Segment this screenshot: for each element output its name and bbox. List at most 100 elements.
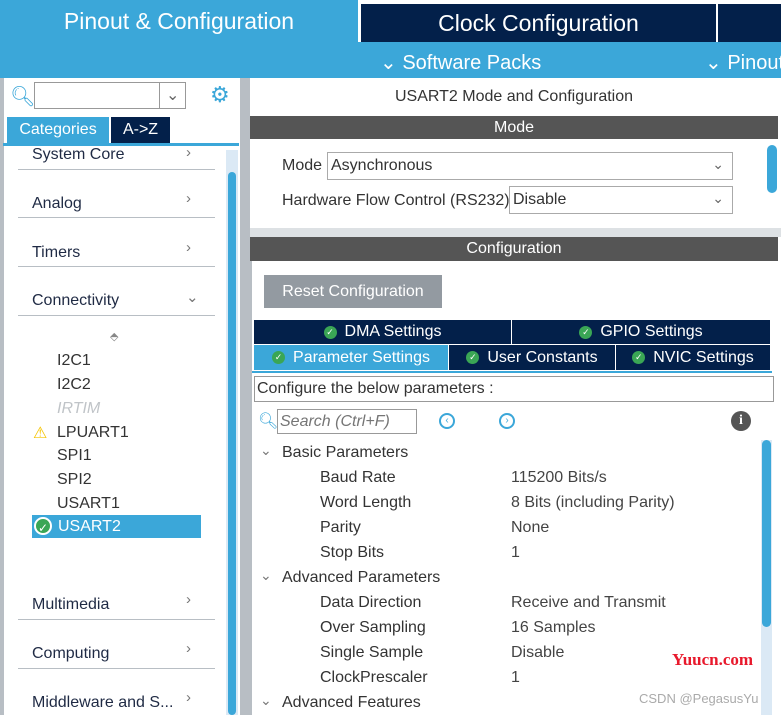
parameter-group[interactable]: Advanced Parameters [282, 569, 440, 587]
chevron-down-icon: ⌄ [186, 289, 199, 306]
watermark-csdn: CSDN @PegasusYu [639, 691, 759, 706]
category-timers[interactable]: Timers [32, 244, 80, 262]
hwflow-value: Disable [513, 191, 567, 208]
parameter-value[interactable]: 115200 Bits/s [511, 469, 607, 487]
reset-configuration-button[interactable]: Reset Configuration [264, 275, 442, 308]
tab-a-z[interactable]: A->Z [111, 117, 170, 143]
chevron-down-icon: ⌄ [705, 52, 728, 74]
sort-icon[interactable]: ⬘ [110, 330, 118, 343]
parameter-value[interactable]: 1 [511, 669, 520, 687]
hwflow-label: Hardware Flow Control (RS232) [282, 192, 510, 209]
check-icon: ✓ [579, 325, 593, 339]
parameter-search-input[interactable] [277, 409, 417, 434]
chevron-down-icon: ⌄ [712, 156, 724, 172]
mode-select[interactable]: Asynchronous ⌄ [327, 152, 733, 180]
parameter-value[interactable]: 16 Samples [511, 619, 596, 637]
chevron-down-icon: ⌄ [380, 52, 403, 74]
parameter-name[interactable]: Over Sampling [320, 619, 426, 637]
pinout-label: Pinout [727, 52, 781, 74]
chevron-right-icon: › [186, 190, 191, 207]
chevron-right-icon: › [186, 689, 191, 706]
splitter[interactable] [240, 78, 250, 715]
tab-pinout-configuration[interactable]: Pinout & Configuration [0, 0, 358, 42]
tab-categories[interactable]: Categories [7, 117, 109, 143]
parameter-name[interactable]: Single Sample [320, 644, 423, 662]
tab-parameter-settings[interactable]: ✓ Parameter Settings [254, 345, 449, 370]
chevron-down-icon[interactable]: ⌄ [166, 85, 179, 105]
software-packs-label: Software Packs [402, 52, 542, 74]
tab-label: GPIO Settings [600, 323, 703, 340]
parameter-name[interactable]: Stop Bits [320, 544, 384, 562]
info-icon[interactable]: i [731, 411, 751, 431]
previous-icon[interactable]: ‹ [439, 413, 455, 429]
scroll-thumb[interactable] [228, 172, 236, 715]
check-icon: ✓ [466, 351, 480, 364]
configuration-header: Configuration [250, 237, 778, 261]
peripheral-usart2[interactable]: ✓ USART2 [32, 515, 201, 538]
parameter-name[interactable]: Parity [320, 519, 361, 537]
tab-gpio-settings[interactable]: ✓ GPIO Settings [512, 320, 771, 344]
peripheral-spi1[interactable]: SPI1 [57, 447, 92, 465]
panel-title: USART2 Mode and Configuration [394, 88, 634, 105]
configure-description: Configure the below parameters : [254, 376, 774, 402]
peripheral-irtim[interactable]: IRTIM [57, 400, 100, 418]
parameter-group[interactable]: Basic Parameters [282, 444, 408, 462]
next-icon[interactable]: › [499, 413, 515, 429]
parameter-name[interactable]: Data Direction [320, 594, 421, 612]
category-middleware[interactable]: Middleware and S... [32, 694, 173, 712]
mode-scrollbar[interactable] [767, 145, 777, 193]
hwflow-select[interactable]: Disable ⌄ [509, 186, 733, 214]
tab-nvic-settings[interactable]: ✓ NVIC Settings [616, 345, 771, 370]
parameter-value[interactable]: 1 [511, 544, 520, 562]
scroll-thumb[interactable] [762, 440, 771, 627]
software-packs-menu[interactable]: ⌄ Software Packs [380, 50, 541, 75]
search-input[interactable]: ⌄ [34, 82, 186, 109]
left-scrollbar[interactable] [226, 150, 238, 715]
parameter-group[interactable]: Advanced Features [282, 694, 421, 712]
search-icon: 🔍︎ [10, 86, 36, 108]
warning-icon: ⚠ [33, 425, 48, 442]
parameter-value[interactable]: Receive and Transmit [511, 594, 666, 612]
tab-user-constants[interactable]: ✓ User Constants [449, 345, 616, 370]
category-computing[interactable]: Computing [32, 645, 109, 663]
check-icon: ✓ [34, 517, 52, 535]
peripheral-i2c2[interactable]: I2C2 [57, 376, 91, 394]
check-icon: ✓ [272, 351, 286, 364]
chevron-down-icon[interactable]: ⌄ [260, 567, 272, 584]
category-analog[interactable]: Analog [32, 195, 82, 213]
tab-label: Parameter Settings [293, 348, 430, 366]
gear-icon[interactable]: ⚙ [210, 82, 230, 108]
parameter-value[interactable]: None [511, 519, 549, 537]
parameter-scrollbar[interactable] [761, 440, 772, 715]
chevron-right-icon: › [186, 591, 191, 608]
peripheral-lpuart1[interactable]: LPUART1 [57, 424, 129, 442]
divider[interactable] [250, 228, 781, 237]
left-border [0, 78, 4, 715]
tab-clock-configuration[interactable]: Clock Configuration [361, 4, 716, 42]
mode-value: Asynchronous [331, 157, 433, 174]
parameter-name[interactable]: Baud Rate [320, 469, 396, 487]
watermark-yuucn: Yuucn.com [672, 650, 754, 669]
peripheral-usart1[interactable]: USART1 [57, 495, 120, 513]
parameter-name[interactable]: ClockPrescaler [320, 669, 428, 687]
category-system-core[interactable]: System Core [32, 146, 124, 164]
category-multimedia[interactable]: Multimedia [32, 596, 109, 614]
pinout-menu[interactable]: ⌄ Pinout [705, 50, 781, 75]
check-icon: ✓ [323, 325, 337, 339]
peripheral-i2c1[interactable]: I2C1 [57, 352, 91, 370]
parameter-name[interactable]: Word Length [320, 494, 411, 512]
mode-label: Mode [282, 157, 323, 174]
parameter-value[interactable]: Disable [511, 644, 564, 662]
chevron-down-icon[interactable]: ⌄ [260, 692, 272, 709]
category-connectivity[interactable]: Connectivity [32, 292, 119, 310]
search-icon: 🔍︎ [258, 413, 279, 430]
peripheral-spi2[interactable]: SPI2 [57, 471, 92, 489]
tab-dma-settings[interactable]: ✓ DMA Settings [254, 320, 512, 344]
tab-label: DMA Settings [344, 323, 442, 340]
check-icon: ✓ [632, 351, 646, 364]
tab-more[interactable] [718, 4, 781, 42]
tab-label: User Constants [487, 348, 598, 366]
chevron-right-icon: › [186, 640, 191, 657]
chevron-down-icon[interactable]: ⌄ [260, 442, 272, 459]
parameter-value[interactable]: 8 Bits (including Parity) [511, 494, 675, 512]
